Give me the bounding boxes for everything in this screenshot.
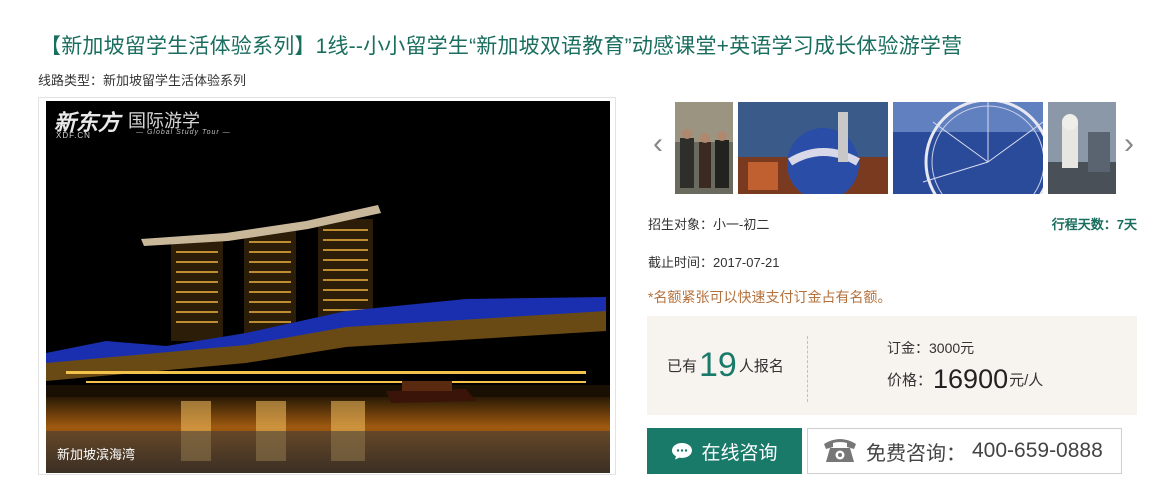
deadline: 截止时间：2017-07-21 [648,255,780,270]
price-value: 16900 [933,364,1009,394]
main-photo[interactable]: 新东方 XDF.CN 国际游学 — Global Study Tour — 新加… [46,101,610,473]
main-photo-frame: 新东方 XDF.CN 国际游学 — Global Study Tour — 新加… [38,97,616,475]
thumbnail-4[interactable] [1048,102,1116,194]
telephone-icon [820,434,860,469]
chevron-right-icon[interactable]: › [1120,128,1138,160]
page-title: 【新加坡留学生活体验系列】1线--小小留学生“新加坡双语教育”动感课堂+英语学习… [40,35,963,58]
quota-notice: *名额紧张可以快速支付订金占有名额。 [648,289,892,305]
trip-duration: 行程天数：7天 [1051,217,1137,232]
price-label: 价格： [887,372,933,389]
thumbnail-ferris-wheel-image [893,102,1043,194]
pricing-panel: 已有19 人报名 订金：3000元 价格：16900元/人 [647,316,1137,415]
price-line: 价格：16900元/人 [887,364,1043,395]
price-unit: 元/人 [1009,372,1044,389]
chat-bubble-icon [671,442,693,460]
thumbnail-merlion-image [1048,102,1116,194]
thumbnail-3[interactable] [893,102,1043,194]
photo-caption-bar: 新加坡滨海湾 [46,431,610,473]
phone-consult-box[interactable]: 免费咨询： 400-659-0888 [807,428,1122,474]
brand-logo-secondary-sub: — Global Study Tour — [136,129,231,136]
online-consult-button[interactable]: 在线咨询 [647,428,802,474]
enrolled-prefix: 已有 [667,358,698,375]
enrolled-count-text: 已有19 人报名 [667,346,784,385]
phone-consult-label: 免费咨询： [866,442,966,465]
pricing-divider [807,336,808,402]
enrolled-count: 19 [699,346,737,384]
recruit-target: 招生对象：小一-初二 [648,217,770,232]
thumbnail-2[interactable] [738,102,888,194]
brand-logo-sub: XDF.CN [56,131,91,140]
thumbnail-1[interactable] [675,102,733,194]
online-consult-label: 在线咨询 [701,442,778,464]
route-type: 线路类型：新加坡留学生活体验系列 [38,73,247,88]
thumbnail-street-image [675,102,733,194]
enrolled-suffix: 人报名 [738,358,784,375]
photo-caption: 新加坡滨海湾 [57,447,136,462]
phone-number: 400-659-0888 [972,439,1103,462]
thumbnail-universal-globe-image [738,102,888,194]
chevron-left-icon[interactable]: ‹ [649,128,667,160]
deposit-amount: 订金：3000元 [887,340,975,356]
marina-bay-night-photo [46,101,610,473]
